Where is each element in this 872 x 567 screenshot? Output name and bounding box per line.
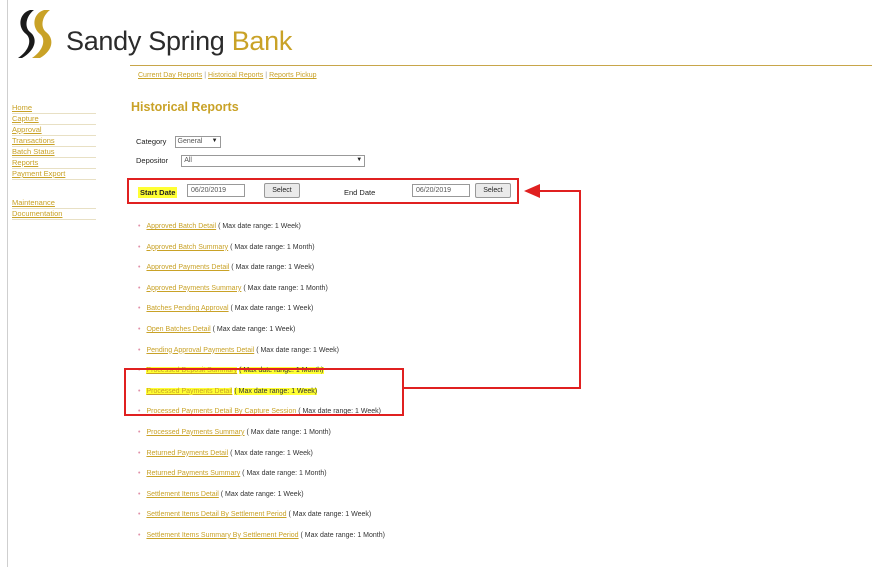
start-date-input[interactable]: 06/20/2019 bbox=[187, 184, 245, 197]
bullet-icon: • bbox=[138, 470, 141, 478]
report-date-range: ( Max date range: 1 Week) bbox=[230, 449, 313, 457]
link-historical-reports[interactable]: Historical Reports bbox=[208, 72, 263, 79]
brand-main-text: Sandy Spring bbox=[66, 26, 232, 56]
end-date-label: End Date bbox=[344, 188, 376, 197]
report-list-item: • Processed Payments Summary ( Max date r… bbox=[138, 426, 638, 447]
bullet-icon: • bbox=[138, 346, 141, 354]
dropdown-arrow-icon: ▼ bbox=[356, 157, 363, 163]
bullet-icon: • bbox=[138, 490, 141, 498]
header-divider bbox=[130, 65, 872, 66]
report-link[interactable]: Approved Payments Summary bbox=[146, 285, 241, 292]
report-date-range: ( Max date range: 1 Month) bbox=[243, 284, 328, 292]
dropdown-arrow-icon: ▼ bbox=[211, 138, 218, 144]
report-link[interactable]: Approved Batch Detail bbox=[146, 223, 216, 230]
report-date-range: ( Max date range: 1 Week) bbox=[220, 490, 304, 498]
top-nav: Current Day Reports | Historical Reports | R… bbox=[138, 72, 317, 79]
bullet-icon: • bbox=[138, 243, 141, 251]
separator: | bbox=[265, 72, 268, 79]
category-select[interactable]: General ▼ bbox=[174, 136, 221, 148]
report-date-range: ( Max date range: 1 Month) bbox=[300, 531, 385, 539]
report-list-item: • Pending Approval Payments Detail ( Max … bbox=[138, 344, 638, 365]
end-date-select-button[interactable]: Select bbox=[475, 183, 511, 198]
page-title: Historical Reports bbox=[131, 100, 239, 114]
header: Sandy Spring Bank bbox=[0, 0, 872, 70]
report-date-range: ( Max date range: 1 Month) bbox=[242, 470, 327, 478]
report-list-item: • Settlement Items Summary By Settlement … bbox=[138, 529, 638, 550]
report-link[interactable]: Returned Payments Summary bbox=[146, 470, 240, 477]
category-label: Category bbox=[136, 136, 167, 146]
report-list-item: • Settlement Items Detail ( Max date rang… bbox=[138, 488, 638, 509]
sidebar: Home Capture Approval Transactions Batch… bbox=[12, 103, 96, 220]
sidebar-item-batch-status[interactable]: Batch Status bbox=[12, 147, 96, 158]
report-link[interactable]: Approved Payments Detail bbox=[146, 264, 229, 271]
date-range-annotation-box: Start Date 06/20/2019 Select End Date 06… bbox=[127, 178, 519, 204]
brand-accent-text: Bank bbox=[231, 26, 293, 56]
report-list-item: • Approved Payments Detail ( Max date ran… bbox=[138, 261, 638, 282]
bullet-icon: • bbox=[138, 428, 141, 436]
report-link[interactable]: Returned Payments Detail bbox=[146, 450, 228, 457]
report-link[interactable]: Approved Batch Summary bbox=[146, 244, 228, 251]
bullet-icon: • bbox=[138, 531, 141, 539]
sidebar-item-reports[interactable]: Reports bbox=[12, 158, 96, 169]
depositor-value: All bbox=[184, 157, 192, 164]
bank-logo-icon bbox=[18, 10, 52, 58]
start-date-select-button[interactable]: Select bbox=[264, 183, 300, 198]
report-list-item: • Returned Payments Summary ( Max date ra… bbox=[138, 467, 638, 488]
separator: | bbox=[204, 72, 207, 79]
sidebar-item-documentation[interactable]: Documentation bbox=[12, 209, 96, 220]
report-link[interactable]: Settlement Items Detail bbox=[146, 491, 218, 498]
sidebar-item-capture[interactable]: Capture bbox=[12, 114, 96, 125]
report-date-range: ( Max date range: 1 Week) bbox=[218, 223, 301, 230]
report-list-item: • Approved Batch Summary ( Max date range… bbox=[138, 241, 638, 262]
report-date-range: ( Max date range: 1 Week) bbox=[231, 264, 315, 272]
annotation-arrow-head bbox=[524, 184, 540, 198]
report-date-range: ( Max date range: 1 Month) bbox=[230, 243, 315, 251]
report-date-range: ( Max date range: 1 Week) bbox=[230, 305, 314, 313]
report-date-range: ( Max date range: 1 Week) bbox=[288, 511, 372, 519]
report-list-item: • Returned Payments Detail ( Max date ran… bbox=[138, 447, 638, 468]
bullet-icon: • bbox=[138, 449, 141, 457]
left-border-rule bbox=[7, 0, 8, 567]
processed-reports-annotation-box bbox=[124, 368, 404, 416]
bullet-icon: • bbox=[138, 305, 141, 313]
category-value: General bbox=[177, 138, 203, 145]
report-list-item: • Open Batches Detail ( Max date range: 1… bbox=[138, 323, 638, 344]
report-link[interactable]: Processed Payments Summary bbox=[146, 429, 244, 436]
bullet-icon: • bbox=[138, 223, 141, 230]
depositor-label: Depositor bbox=[136, 155, 169, 165]
report-link[interactable]: Settlement Items Summary By Settlement P… bbox=[146, 532, 298, 539]
bullet-icon: • bbox=[138, 284, 141, 292]
report-list-item: • Approved Batch Detail ( Max date range:… bbox=[138, 220, 638, 241]
depositor-select[interactable]: All ▼ bbox=[181, 155, 366, 167]
report-list-item: • Settlement Items Detail By Settlement P… bbox=[138, 508, 638, 529]
sidebar-item-maintenance[interactable]: Maintenance bbox=[12, 198, 96, 209]
sidebar-item-home[interactable]: Home bbox=[12, 103, 96, 114]
report-date-range: ( Max date range: 1 Week) bbox=[212, 325, 296, 333]
report-link[interactable]: Settlement Items Detail By Settlement Pe… bbox=[146, 511, 286, 518]
category-row: Category General ▼ bbox=[136, 136, 221, 148]
report-list-item: • Batches Pending Approval ( Max date ran… bbox=[138, 302, 638, 323]
link-current-day-reports[interactable]: Current Day Reports bbox=[138, 72, 202, 79]
sidebar-item-transactions[interactable]: Transactions bbox=[12, 136, 96, 147]
report-date-range: ( Max date range: 1 Month) bbox=[246, 428, 331, 436]
start-date-label: Start Date bbox=[138, 187, 178, 198]
brand-name: Sandy Spring Bank bbox=[66, 26, 292, 57]
report-link[interactable]: Batches Pending Approval bbox=[146, 305, 228, 312]
bullet-icon: • bbox=[138, 325, 141, 333]
depositor-row: Depositor All ▼ bbox=[136, 155, 366, 167]
bullet-icon: • bbox=[138, 264, 141, 272]
end-date-input[interactable]: 06/20/2019 bbox=[412, 184, 470, 197]
report-link[interactable]: Open Batches Detail bbox=[146, 326, 210, 333]
report-date-range: ( Max date range: 1 Week) bbox=[256, 346, 339, 354]
report-list-item: • Approved Payments Summary ( Max date ra… bbox=[138, 282, 638, 303]
sidebar-item-approval[interactable]: Approval bbox=[12, 125, 96, 136]
report-link[interactable]: Pending Approval Payments Detail bbox=[146, 347, 254, 354]
link-reports-pickup[interactable]: Reports Pickup bbox=[269, 72, 316, 79]
bullet-icon: • bbox=[138, 511, 141, 519]
sidebar-item-payment-export[interactable]: Payment Export bbox=[12, 169, 96, 180]
